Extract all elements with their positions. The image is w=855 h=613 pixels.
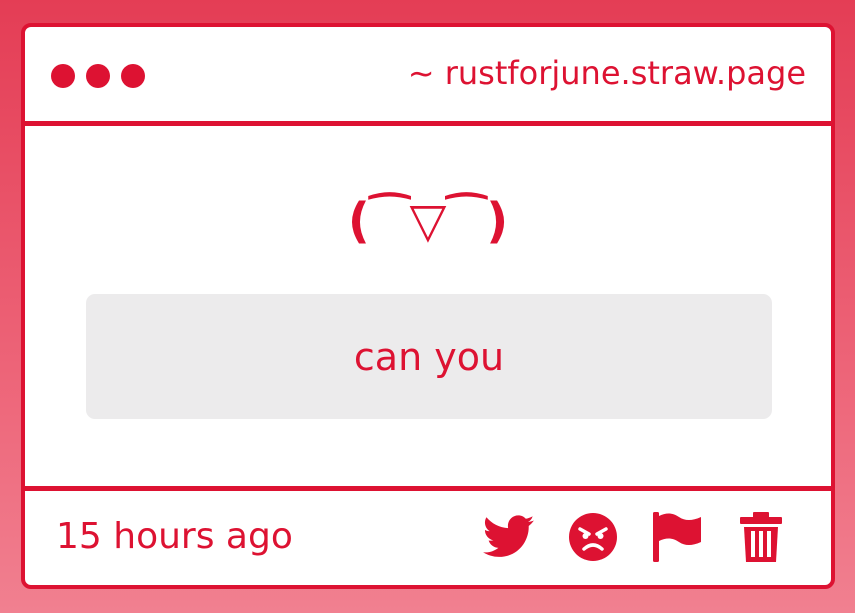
post-footer: 15 hours ago (25, 486, 831, 585)
title-bar: ~ rustforjune.straw.page (25, 27, 831, 126)
window-dot-1 (51, 64, 75, 88)
message-box: can you (86, 294, 772, 419)
action-bar (483, 511, 787, 563)
flag-icon (653, 512, 701, 562)
window-dot-2 (86, 64, 110, 88)
angry-face-icon (569, 513, 617, 561)
post-content: (⁀▽⁀) can you (25, 126, 831, 484)
emoticon: (⁀▽⁀) (347, 193, 509, 249)
post-timestamp: 15 hours ago (56, 516, 293, 557)
window-controls (51, 64, 145, 88)
delete-button[interactable] (735, 511, 787, 563)
page-url[interactable]: ~ rustforjune.straw.page (408, 53, 806, 93)
react-angry-button[interactable] (567, 511, 619, 563)
trash-icon (740, 512, 782, 562)
window-dot-3 (121, 64, 145, 88)
report-button[interactable] (651, 511, 703, 563)
share-twitter-button[interactable] (483, 511, 535, 563)
twitter-icon (483, 515, 535, 557)
message-text: can you (353, 334, 505, 379)
post-card: ~ rustforjune.straw.page (⁀▽⁀) can you 1… (21, 23, 835, 589)
